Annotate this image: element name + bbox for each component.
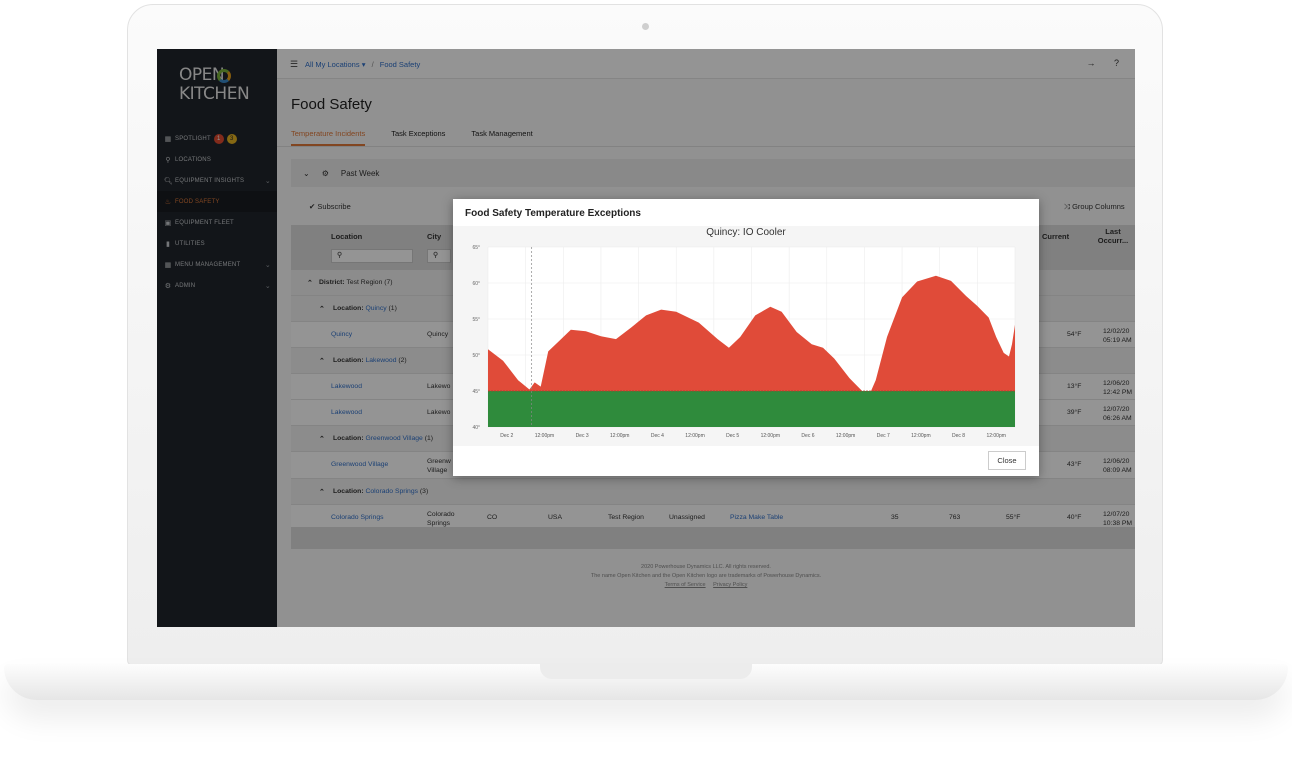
x-tick-label: 12:00pm (836, 433, 855, 439)
y-tick-label: 40° (472, 425, 480, 431)
x-tick-label: 12:00pm (535, 433, 554, 439)
x-tick-label: 12:00pm (685, 433, 704, 439)
below-threshold-band (488, 391, 1015, 427)
modal-title: Food Safety Temperature Exceptions (465, 208, 641, 219)
x-tick-label: Dec 7 (877, 433, 890, 439)
x-tick-label: Dec 3 (576, 433, 589, 439)
x-tick-label: 12:00pm (986, 433, 1005, 439)
x-tick-label: Dec 8 (952, 433, 965, 439)
modal-body: Quincy: IO Cooler 40° 45° 50° 55° 60° 65° Dec … (453, 226, 1039, 446)
x-tick-label: Dec 4 (651, 433, 664, 439)
y-tick-label: 60° (472, 281, 480, 287)
y-tick-label: 45° (472, 389, 480, 395)
chart-title: Quincy: IO Cooler (706, 227, 786, 238)
x-tick-label: Dec 2 (500, 433, 513, 439)
x-tick-label: 12:00pm (911, 433, 930, 439)
y-tick-label: 65° (472, 245, 480, 251)
x-tick-label: 12:00pm (610, 433, 629, 439)
x-tick-label: 12:00pm (761, 433, 780, 439)
camera-dot (642, 23, 649, 30)
temperature-chart: Quincy: IO Cooler 40° 45° 50° 55° 60° 65° Dec … (472, 227, 1016, 439)
x-tick-label: Dec 5 (726, 433, 739, 439)
y-tick-label: 55° (472, 317, 480, 323)
x-tick-label: Dec 6 (801, 433, 814, 439)
laptop-notch (540, 664, 752, 679)
close-button[interactable]: Close (988, 451, 1026, 470)
y-tick-label: 50° (472, 353, 480, 359)
app-screen: OPEN KITCHEN ▦ Spotlight 1 3 ⚲ Locations 🔍︎ Equ… (157, 49, 1135, 627)
temperature-exceptions-modal: Food Safety Temperature Exceptions Quinc… (453, 199, 1039, 476)
